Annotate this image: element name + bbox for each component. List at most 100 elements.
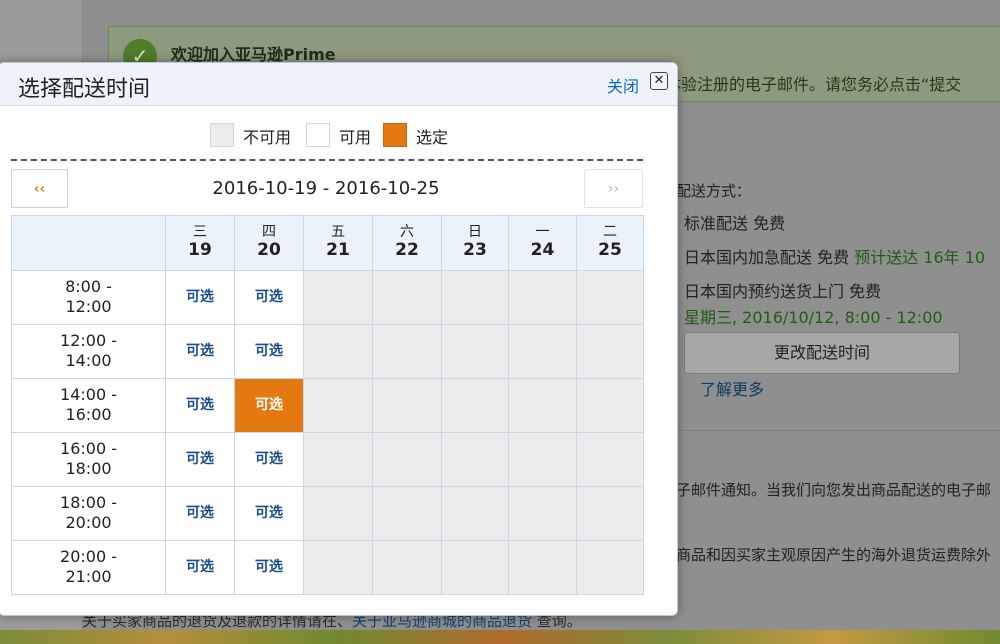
slot-end: 16:00 [65, 405, 112, 424]
available-slot[interactable]: 可选 [165, 378, 235, 433]
unavailable-slot [303, 486, 373, 541]
unavailable-slot [441, 540, 509, 595]
day-header: 二 25 [576, 215, 644, 271]
unavailable-slot [576, 270, 644, 325]
available-slot[interactable]: 可选 [165, 270, 235, 325]
return-notice-text: 商品和因买家主观原因产生的海外退货运费除外 [676, 546, 992, 564]
day-header: 一 24 [508, 215, 577, 271]
day-of-week: 日 [468, 224, 482, 240]
day-date: 23 [463, 240, 487, 260]
slot-end: 12:00 [65, 297, 112, 316]
previous-week-button[interactable]: ‹‹ [11, 169, 68, 208]
day-date: 24 [530, 240, 555, 260]
selected-slot[interactable]: 可选 [234, 378, 304, 433]
day-of-week: 一 [535, 224, 550, 240]
slot-end: 20:00 [65, 513, 112, 532]
available-slot[interactable]: 可选 [234, 324, 304, 379]
slot-end: 21:00 [65, 567, 112, 586]
unavailable-slot [576, 378, 644, 433]
slot-start: 14:00 - [60, 385, 117, 404]
close-x-icon[interactable]: ✕ [650, 72, 668, 90]
scheduled-delivery[interactable]: 日本国内预约送货上门 免费 [684, 278, 881, 302]
available-slot[interactable]: 可选 [234, 540, 304, 595]
slot-start: 12:00 - [60, 331, 117, 350]
legend-selected-swatch [383, 123, 407, 147]
divider [676, 430, 1000, 431]
day-header: 四 20 [234, 215, 304, 271]
unavailable-slot [508, 378, 577, 433]
day-of-week: 六 [400, 224, 414, 240]
slot-start: 20:00 - [60, 547, 117, 566]
modal-header: 选择配送时间 关闭 ✕ [0, 63, 677, 106]
delivery-options-panel: 配送方式： 标准配送 免费 日本国内加急配送 免费 预计送达 16年 10 日本… [676, 0, 1000, 644]
express-text: 日本国内加急配送 免费 [684, 248, 850, 267]
legend-available-swatch [306, 123, 330, 147]
unavailable-slot [508, 324, 577, 379]
unavailable-slot [441, 486, 509, 541]
unavailable-slot [441, 378, 509, 433]
legend-unavailable-label: 不可用 [243, 128, 292, 147]
day-header: 三 19 [165, 215, 235, 271]
unavailable-slot [372, 378, 442, 433]
available-slot[interactable]: 可选 [165, 432, 235, 487]
day-of-week: 四 [262, 224, 276, 240]
unavailable-slot [303, 324, 373, 379]
day-of-week: 三 [193, 224, 207, 240]
unavailable-slot [576, 486, 644, 541]
unavailable-slot [372, 270, 442, 325]
express-delivery[interactable]: 日本国内加急配送 免费 预计送达 16年 10 [684, 244, 985, 268]
slot-start: 18:00 - [60, 493, 117, 512]
unavailable-slot [441, 432, 509, 487]
legend-unavailable-swatch [210, 123, 234, 147]
day-header: 六 22 [372, 215, 442, 271]
time-slot-label: 18:00 -20:00 [11, 486, 166, 541]
time-slot-label: 8:00 -12:00 [11, 270, 166, 325]
day-date: 22 [395, 240, 419, 260]
delivery-time-modal: 选择配送时间 关闭 ✕ 不可用 可用 选定 ‹‹ 2016-10-19 - 20… [0, 62, 678, 616]
legend-available-label: 可用 [339, 128, 372, 147]
unavailable-slot [372, 486, 442, 541]
unavailable-slot [508, 432, 577, 487]
unavailable-slot [303, 540, 373, 595]
time-slot-label: 16:00 -18:00 [11, 432, 166, 487]
delivery-method-label: 配送方式： [676, 182, 752, 200]
unavailable-slot [576, 540, 644, 595]
unavailable-slot [441, 270, 509, 325]
next-week-button[interactable]: ›› [584, 169, 643, 208]
learn-more-link[interactable]: 了解更多 [700, 376, 764, 400]
day-date: 20 [257, 240, 281, 260]
decorative-strip [0, 630, 1000, 644]
available-slot[interactable]: 可选 [234, 486, 304, 541]
available-slot[interactable]: 可选 [234, 270, 304, 325]
change-delivery-time-button[interactable]: 更改配送时间 [684, 332, 960, 374]
unavailable-slot [576, 432, 644, 487]
unavailable-slot [372, 324, 442, 379]
time-slot-label: 14:00 -16:00 [11, 378, 166, 433]
day-date: 19 [188, 240, 212, 260]
unavailable-slot [508, 270, 577, 325]
slot-start: 8:00 - [65, 277, 112, 296]
day-header: 日 23 [441, 215, 509, 271]
day-date: 25 [598, 240, 622, 260]
day-header: 五 21 [303, 215, 373, 271]
unavailable-slot [508, 486, 577, 541]
available-slot[interactable]: 可选 [234, 432, 304, 487]
close-link[interactable]: 关闭 [607, 73, 639, 97]
legend-selected-label: 选定 [416, 128, 449, 147]
available-slot[interactable]: 可选 [165, 486, 235, 541]
unavailable-slot [303, 270, 373, 325]
unavailable-slot [441, 324, 509, 379]
slot-end: 18:00 [65, 459, 112, 478]
email-notice-text: 子邮件通知。当我们向您发出商品配送的电子邮 [676, 481, 992, 499]
available-slot[interactable]: 可选 [165, 540, 235, 595]
available-slot[interactable]: 可选 [165, 324, 235, 379]
slot-start: 16:00 - [60, 439, 117, 458]
day-of-week: 二 [603, 224, 617, 240]
dashed-divider [11, 159, 643, 161]
date-range: 2016-10-19 - 2016-10-25 [212, 178, 440, 199]
slot-end: 14:00 [65, 351, 112, 370]
day-of-week: 五 [331, 224, 345, 240]
standard-delivery[interactable]: 标准配送 免费 [684, 210, 785, 234]
unavailable-slot [508, 540, 577, 595]
express-estimate: 预计送达 16年 10 [854, 248, 986, 267]
